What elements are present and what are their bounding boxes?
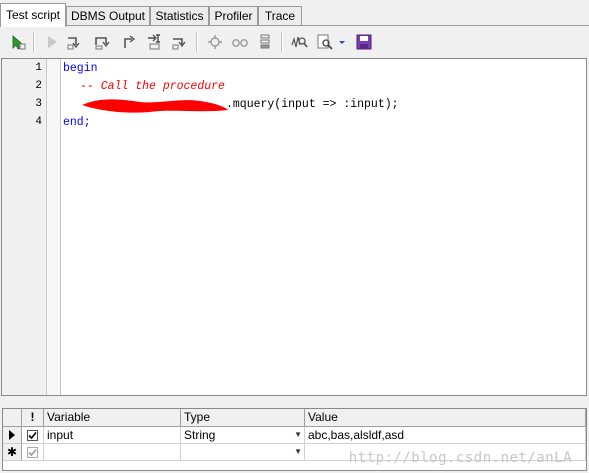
code-line-2-comment: -- Call the procedure (80, 80, 225, 93)
line-number: 1 (35, 62, 42, 74)
step-into-icon[interactable] (64, 32, 84, 52)
new-variable-cell[interactable] (44, 444, 181, 461)
toolbar-separator (196, 32, 198, 52)
new-row-checkbox[interactable] (27, 446, 38, 458)
toolbar-separator (281, 32, 283, 52)
line-number: 4 (35, 116, 42, 128)
new-row-checkbox-cell[interactable] (22, 444, 44, 461)
row-indicator-current[interactable] (3, 427, 22, 444)
breakpoint-margin[interactable] (47, 59, 61, 395)
new-type-cell[interactable]: ▼ (181, 444, 305, 461)
tab-profiler[interactable]: Profiler (209, 6, 258, 25)
variable-cell[interactable]: input (44, 427, 181, 444)
tab-statistics[interactable]: Statistics (150, 6, 209, 25)
watermark: http://blog.csdn.net/anLA (348, 450, 572, 466)
value-cell[interactable]: abc,bas,alsldf,asd (305, 427, 586, 444)
tab-dbms-output[interactable]: DBMS Output (66, 6, 150, 25)
tab-bar: Test script DBMS Output Statistics Profi… (0, 0, 589, 27)
line-number: 3 (35, 98, 42, 110)
code-line-3: .mquery(input => :input); (226, 98, 399, 111)
debug-toolbar (0, 28, 589, 56)
current-row-arrow-icon (9, 430, 15, 440)
type-cell[interactable]: String ▼ (181, 427, 305, 444)
variable-column-header[interactable]: Variable (44, 409, 181, 427)
step-out-icon[interactable] (119, 32, 139, 52)
row-checkbox[interactable] (27, 429, 38, 441)
line-number-gutter: 1 2 3 4 (2, 59, 47, 395)
search-icon[interactable] (289, 32, 309, 52)
toolbar-separator (33, 32, 35, 52)
row-checkbox-cell[interactable] (22, 427, 44, 444)
new-row-asterisk-icon: ✱ (6, 445, 18, 459)
code-line-4: end; (63, 116, 91, 129)
call-stack-icon[interactable] (255, 32, 275, 52)
type-cell-value: String (184, 428, 216, 442)
run-to-exception-icon[interactable] (169, 32, 189, 52)
find-icon[interactable] (315, 32, 335, 52)
run-icon[interactable] (42, 32, 62, 52)
variables-grid[interactable]: ! Variable Type Value input String ▼ abc… (2, 408, 587, 471)
tab-trace[interactable]: Trace (258, 6, 302, 25)
watch-icon[interactable] (230, 32, 250, 52)
run-to-next-exception-icon[interactable] (145, 32, 165, 52)
sql-editor[interactable]: 1 2 3 4 begin -- Call the procedure .mqu… (1, 58, 587, 396)
type-column-header[interactable]: Type (181, 409, 305, 427)
type-dropdown-icon[interactable]: ▼ (294, 427, 302, 443)
step-over-icon[interactable] (92, 32, 112, 52)
code-line-1: begin (63, 62, 98, 75)
checkmark-icon (28, 448, 37, 456)
dropdown-arrow-icon[interactable] (336, 32, 348, 52)
toggle-breakpoint-icon[interactable] (205, 32, 225, 52)
panel-splitter[interactable] (0, 397, 589, 407)
tab-divider (0, 25, 589, 26)
grid-corner (3, 409, 22, 427)
type-dropdown-icon[interactable]: ▼ (294, 444, 302, 460)
value-column-header[interactable]: Value (305, 409, 586, 427)
debug-start-icon[interactable] (8, 32, 28, 52)
tab-test-script[interactable]: Test script (0, 3, 66, 27)
checkmark-icon (28, 431, 37, 439)
line-number: 2 (35, 80, 42, 92)
row-indicator-new[interactable]: ✱ (3, 444, 22, 461)
save-icon[interactable] (354, 32, 374, 52)
redaction-scribble (82, 99, 228, 113)
flag-column-header[interactable]: ! (22, 409, 44, 427)
